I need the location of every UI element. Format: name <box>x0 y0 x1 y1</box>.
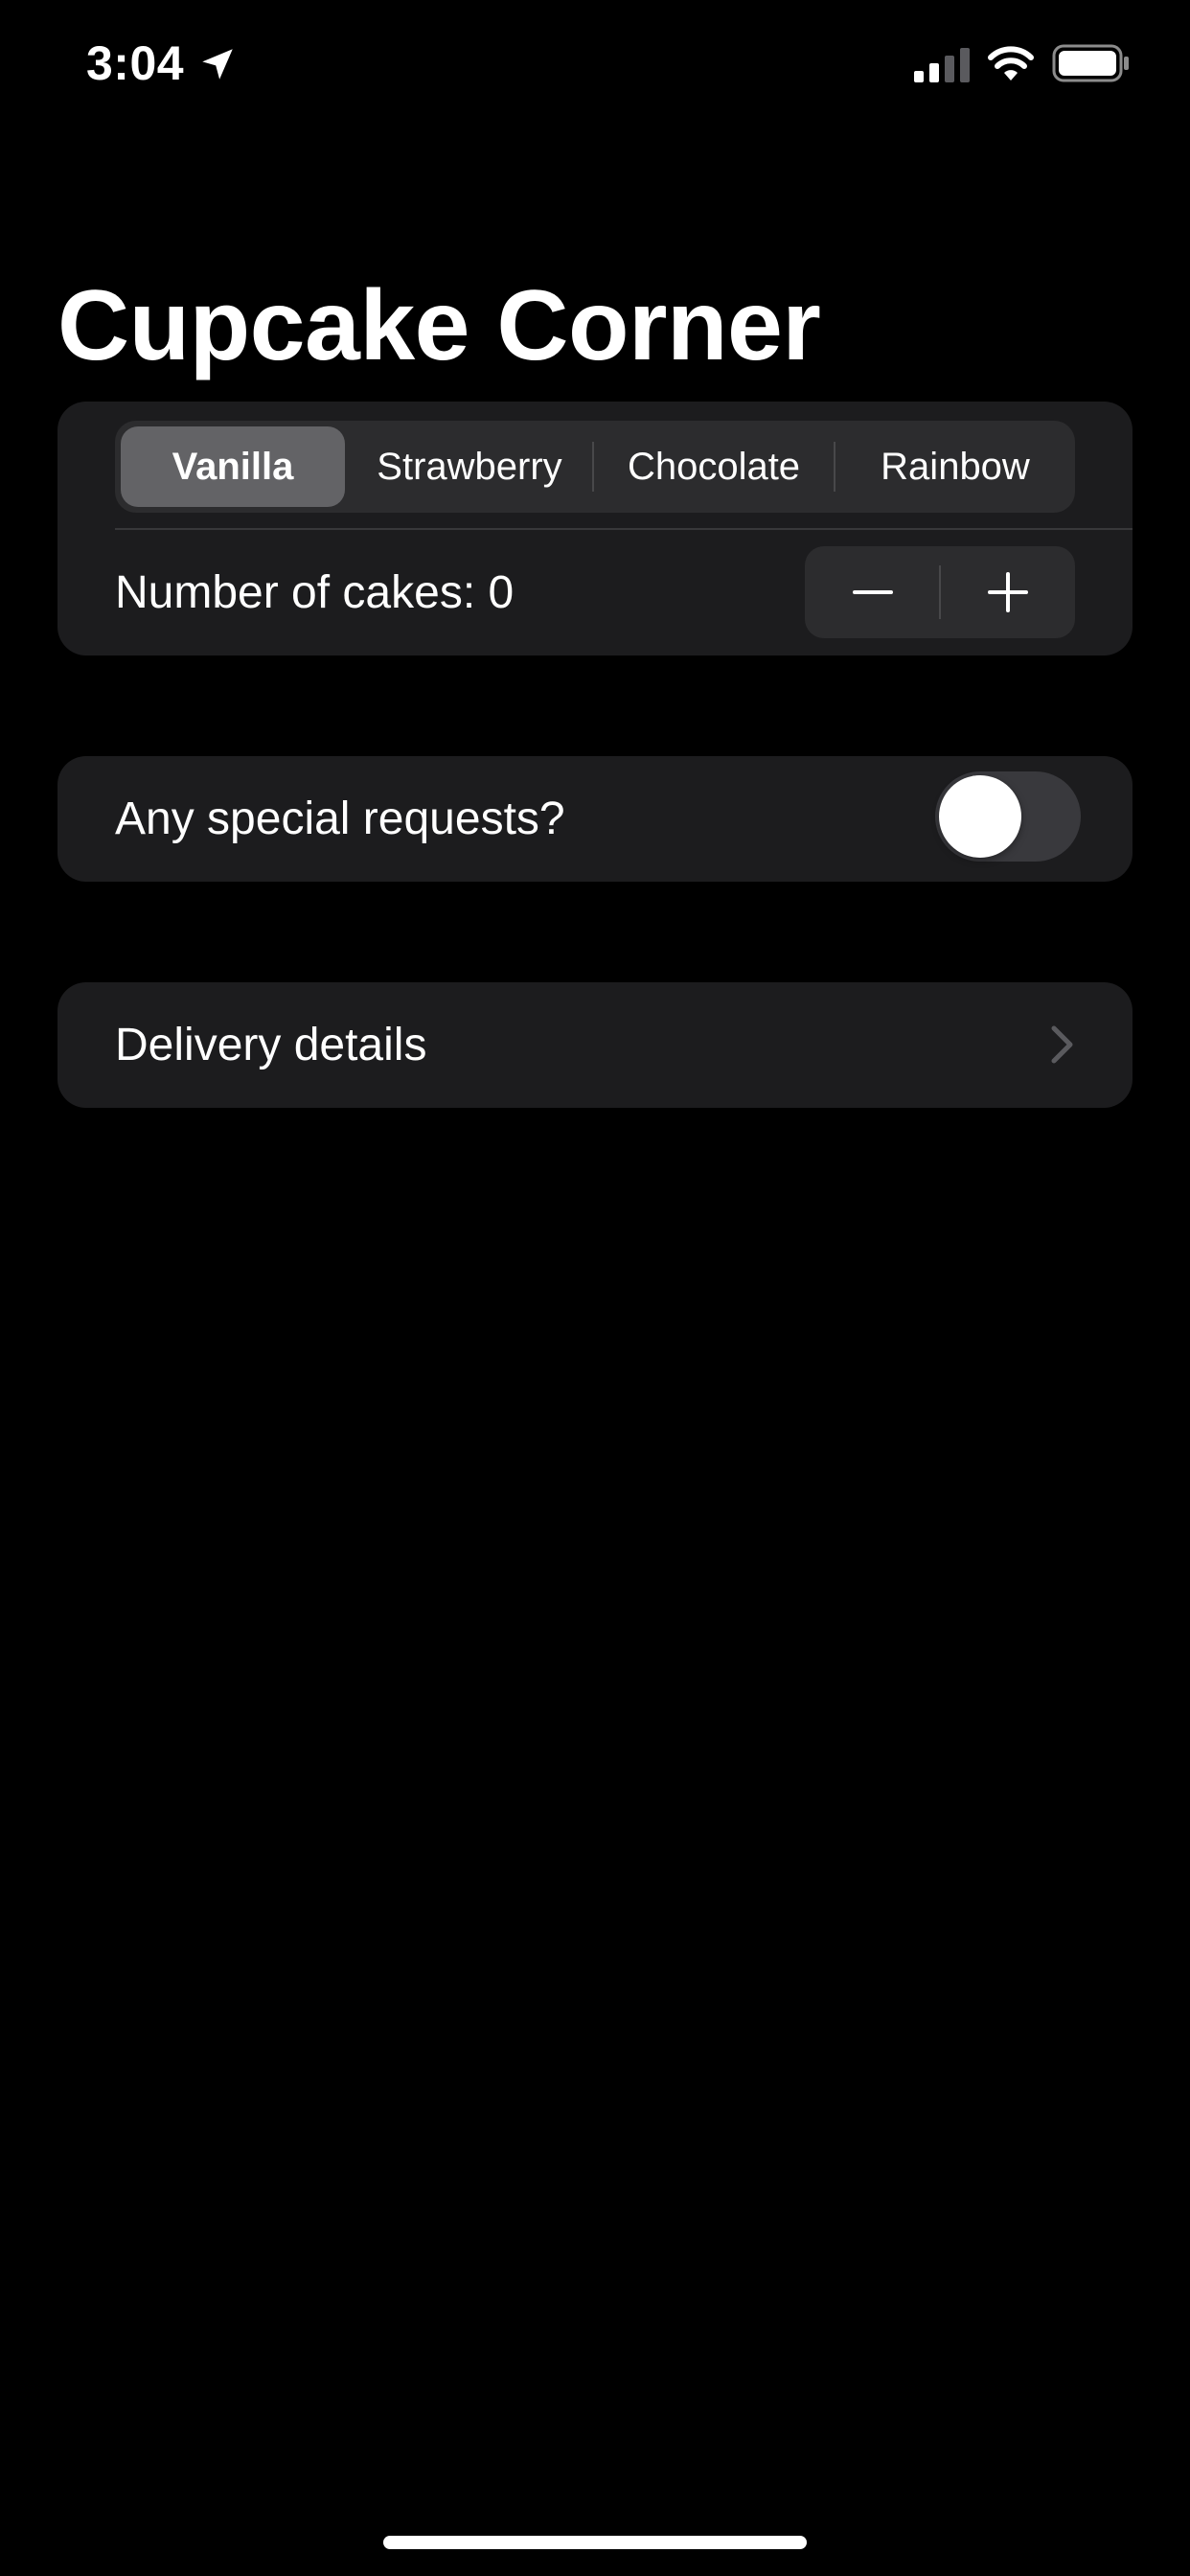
special-requests-section: Any special requests? <box>57 756 1133 882</box>
decrement-button[interactable] <box>805 546 940 638</box>
location-arrow-icon <box>202 49 233 80</box>
segment-strawberry[interactable]: Strawberry <box>355 421 584 513</box>
delivery-details-row[interactable]: Delivery details <box>57 982 1133 1108</box>
flavor-picker[interactable]: Vanilla Strawberry Chocolate Rainbow <box>115 421 1075 513</box>
status-time: 3:04 <box>86 36 185 90</box>
home-indicator[interactable] <box>383 2536 807 2549</box>
special-requests-label: Any special requests? <box>115 794 565 844</box>
segment-vanilla[interactable]: Vanilla <box>121 426 345 507</box>
toggle-knob <box>939 775 1021 858</box>
delivery-details-label: Delivery details <box>115 1020 427 1070</box>
page-title: Cupcake Corner <box>57 270 821 381</box>
minus-icon <box>853 590 893 594</box>
quantity-label: Number of cakes: 0 <box>115 567 515 618</box>
special-requests-toggle[interactable] <box>935 771 1081 862</box>
order-section: Vanilla Strawberry Chocolate Rainbow Num… <box>57 402 1133 656</box>
battery-icon <box>1052 44 1129 82</box>
increment-button[interactable] <box>940 546 1075 638</box>
cellular-signal-icon <box>914 48 970 82</box>
wifi-icon <box>988 46 1034 80</box>
segment-rainbow[interactable]: Rainbow <box>835 421 1075 513</box>
plus-icon <box>988 572 1028 612</box>
row-separator <box>115 528 1133 530</box>
chevron-right-icon <box>1051 1025 1073 1064</box>
segment-chocolate[interactable]: Chocolate <box>594 421 834 513</box>
quantity-stepper[interactable] <box>805 546 1075 638</box>
